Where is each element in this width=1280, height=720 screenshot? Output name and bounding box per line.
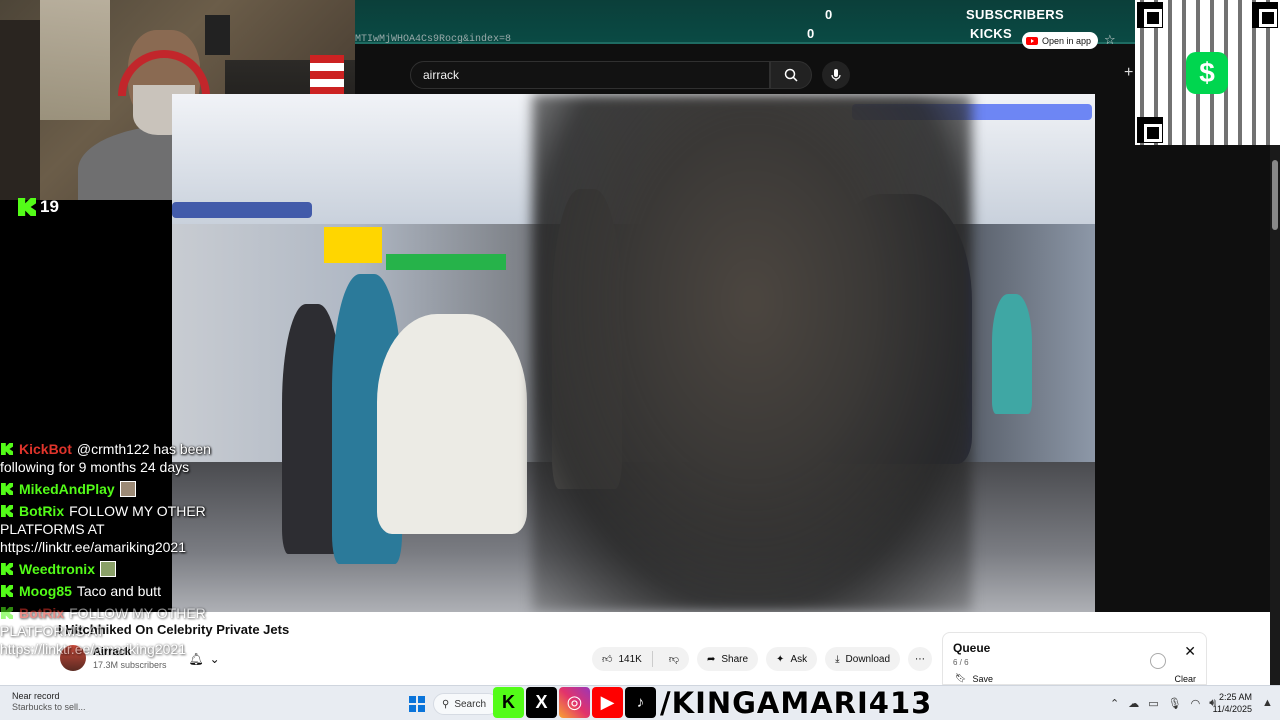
thumbs-up-icon: 👍︎ bbox=[602, 654, 613, 665]
tiktok-icon: ♪ bbox=[625, 687, 656, 718]
video-actions: 👍︎ 141K 👎︎ ➦ Share ✦ Ask ⤓ Download ⋯ bbox=[592, 647, 933, 671]
share-label: Share bbox=[721, 653, 749, 665]
share-button[interactable]: ➦ Share bbox=[696, 647, 759, 671]
emote-icon bbox=[119, 481, 136, 497]
chat-message: Moog85 Taco and butt bbox=[0, 582, 260, 600]
dislike-button[interactable]: 👎︎ bbox=[659, 653, 689, 665]
open-in-app-label: Open in app bbox=[1042, 35, 1092, 46]
loading-circle-icon bbox=[1150, 653, 1166, 669]
search-input[interactable]: airrack bbox=[410, 61, 770, 89]
viewer-count: 19 bbox=[40, 197, 59, 216]
taskbar-search[interactable]: ⚲ Search bbox=[433, 693, 499, 715]
queue-save-button[interactable]: 🔖︎ Save bbox=[955, 673, 993, 684]
emote-icon bbox=[99, 561, 116, 577]
sparkle-icon: ✦ bbox=[776, 653, 785, 665]
search-button[interactable] bbox=[770, 61, 812, 89]
chevron-up-icon[interactable]: ⌃ bbox=[1110, 697, 1119, 710]
taskbar-clock[interactable]: 2:25 AM 11/4/2025 bbox=[1212, 691, 1252, 715]
like-dislike-group: 👍︎ 141K 👎︎ bbox=[592, 647, 689, 671]
notification-icon[interactable]: ▲ bbox=[1262, 697, 1273, 709]
cashapp-icon: $ bbox=[1186, 52, 1228, 94]
windows-start-icon[interactable] bbox=[409, 696, 425, 712]
instagram-icon: ◎ bbox=[559, 687, 590, 718]
taskbar-search-label: Search bbox=[454, 698, 487, 710]
youtube-logo-icon bbox=[1026, 36, 1038, 45]
chat-message: BotRix FOLLOW MY OTHER PLATFORMS AT https… bbox=[0, 604, 260, 658]
like-button[interactable]: 👍︎ 141K bbox=[592, 651, 653, 667]
create-plus-icon[interactable]: + bbox=[1124, 64, 1133, 82]
ask-button[interactable]: ✦ Ask bbox=[766, 647, 818, 671]
kick-viewer-count: 19 bbox=[18, 197, 59, 217]
subscribers-label: SUBSCRIBERS bbox=[966, 6, 1064, 22]
kick-badge-icon bbox=[1, 607, 13, 619]
kick-badge-icon bbox=[1, 585, 13, 597]
chat-username: MikedAndPlay bbox=[19, 481, 115, 497]
chat-username: Weedtronix bbox=[19, 561, 95, 577]
search-value: airrack bbox=[423, 68, 460, 82]
x-icon: X bbox=[526, 687, 557, 718]
system-tray: ⌃ ☁ ▭ 🎙︎ ◠ 🔊︎ bbox=[1110, 697, 1216, 710]
chat-text: Taco and butt bbox=[76, 583, 161, 599]
social-overlay: K X ◎ ▶ ♪ /KINGAMARI413 bbox=[493, 685, 932, 720]
queue-clear-button[interactable]: Clear bbox=[1174, 674, 1196, 684]
chat-messages: KickBot @crmth122 has been following for … bbox=[0, 440, 260, 662]
chat-message: BotRix FOLLOW MY OTHER PLATFORMS AT https… bbox=[0, 502, 260, 556]
screen: 0 SUBSCRIBERS 250 0 KICKS 1000 MTIwMjWHO… bbox=[0, 0, 1280, 720]
cloud-icon[interactable]: ☁ bbox=[1128, 697, 1139, 710]
chat-message: KickBot @crmth122 has been following for … bbox=[0, 440, 260, 476]
close-icon[interactable]: ✕ bbox=[1184, 643, 1196, 660]
cashapp-qr-code: $ bbox=[1135, 0, 1280, 145]
chat-username: KickBot bbox=[19, 441, 72, 457]
weather-title: Near record bbox=[12, 691, 60, 701]
kicks-current: 0 bbox=[807, 25, 815, 41]
url-fragment: MTIwMjWHOA4Cs9Rocg&index=8 bbox=[355, 34, 512, 45]
chat-username: BotRix bbox=[19, 605, 65, 621]
kick-badge-icon bbox=[1, 443, 13, 455]
chat-message: MikedAndPlay bbox=[0, 480, 260, 498]
weather-subtitle: Starbucks to sell... bbox=[12, 702, 86, 712]
share-icon: ➦ bbox=[706, 653, 716, 665]
search-icon bbox=[784, 68, 798, 82]
download-label: Download bbox=[845, 653, 891, 665]
microphone-icon[interactable]: 🎙︎ bbox=[1168, 697, 1182, 710]
download-button[interactable]: ⤓ Download bbox=[825, 647, 901, 671]
download-icon: ⤓ bbox=[835, 653, 840, 665]
subscribers-current: 0 bbox=[825, 6, 833, 22]
kick-badge-icon bbox=[1, 483, 13, 495]
display-icon[interactable]: ▭ bbox=[1148, 697, 1158, 710]
bookmark-star-icon[interactable]: ☆ bbox=[1104, 32, 1116, 48]
video-player[interactable] bbox=[172, 94, 1095, 612]
kick-icon bbox=[18, 198, 36, 216]
kick-badge-icon bbox=[1, 563, 13, 575]
chat-username: Moog85 bbox=[19, 583, 72, 599]
wifi-icon[interactable]: ◠ bbox=[1191, 697, 1201, 710]
search-icon: ⚲ bbox=[442, 698, 450, 710]
voice-search-button[interactable] bbox=[822, 61, 850, 89]
microphone-icon bbox=[831, 69, 841, 81]
thumbs-down-icon: 👎︎ bbox=[668, 654, 679, 665]
more-horizontal-icon: ⋯ bbox=[915, 653, 926, 665]
like-count: 141K bbox=[618, 653, 642, 665]
clock-time: 2:25 AM bbox=[1218, 692, 1252, 702]
weather-widget[interactable]: Near record Starbucks to sell... bbox=[12, 691, 86, 713]
scrollbar-thumb[interactable] bbox=[1272, 160, 1278, 230]
kick-badge-icon bbox=[1, 505, 13, 517]
queue-save-label: Save bbox=[972, 673, 993, 684]
chat-username: BotRix bbox=[19, 503, 65, 519]
social-handle: /KINGAMARI413 bbox=[660, 685, 933, 720]
queue-panel: Queue 6 / 6 ✕ 🔖︎ Save Clear bbox=[942, 632, 1207, 685]
kick-icon: K bbox=[493, 687, 524, 718]
open-in-app-button[interactable]: Open in app bbox=[1022, 32, 1099, 49]
right-sidebar bbox=[1095, 145, 1280, 612]
clock-date: 11/4/2025 bbox=[1212, 704, 1252, 714]
more-actions-button[interactable]: ⋯ bbox=[908, 647, 933, 671]
ask-label: Ask bbox=[790, 653, 808, 665]
youtube-icon: ▶ bbox=[592, 687, 623, 718]
chat-message: Weedtronix bbox=[0, 560, 260, 578]
bookmark-icon: 🔖︎ bbox=[955, 673, 967, 683]
